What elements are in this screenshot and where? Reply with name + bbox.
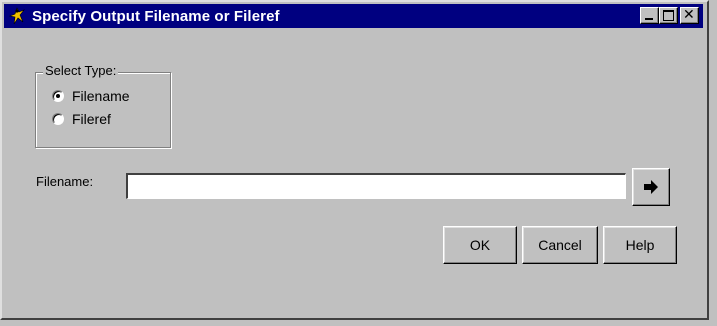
- help-button[interactable]: Help: [603, 226, 677, 264]
- radio-filename[interactable]: Filename: [52, 88, 130, 104]
- dialog-window: Specify Output Filename or Fileref ✕ Sel…: [0, 0, 717, 326]
- minimize-button[interactable]: [640, 7, 659, 24]
- filename-label: Filename:: [36, 174, 94, 189]
- title-bar[interactable]: Specify Output Filename or Fileref ✕: [4, 4, 703, 28]
- select-type-group: [35, 72, 171, 148]
- radio-fileref[interactable]: Fileref: [52, 111, 111, 127]
- close-button[interactable]: ✕: [680, 7, 699, 24]
- radio-fileref-button[interactable]: [52, 113, 64, 125]
- maximize-icon: [663, 10, 674, 21]
- sas-figure-icon: [8, 7, 25, 25]
- title-buttons: ✕: [640, 7, 699, 24]
- radio-filename-button[interactable]: [52, 90, 64, 102]
- window-frame: [0, 0, 709, 320]
- maximize-button[interactable]: [659, 7, 678, 24]
- minimize-icon: [645, 18, 653, 20]
- window-title: Specify Output Filename or Fileref: [32, 7, 280, 25]
- arrow-right-icon: [644, 180, 658, 194]
- filename-input[interactable]: [126, 173, 626, 199]
- radio-filename-label: Filename: [72, 88, 130, 104]
- cancel-button[interactable]: Cancel: [522, 226, 598, 264]
- close-icon: ✕: [683, 7, 695, 23]
- ok-button[interactable]: OK: [443, 226, 517, 264]
- browse-arrow-button[interactable]: [632, 168, 670, 206]
- radio-fileref-label: Fileref: [72, 111, 111, 127]
- select-type-legend: Select Type:: [43, 63, 119, 78]
